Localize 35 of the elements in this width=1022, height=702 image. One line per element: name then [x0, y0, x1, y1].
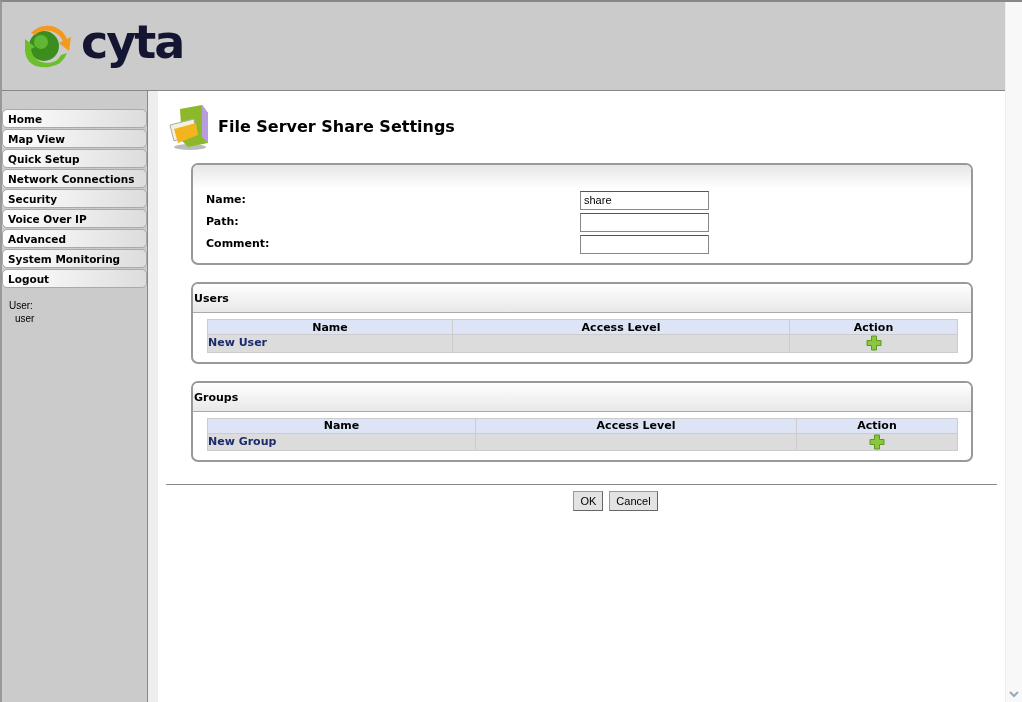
- sidebar-item[interactable]: System Monitoring: [2, 249, 147, 268]
- sidebar-item[interactable]: Network Connections: [2, 169, 147, 188]
- column-header: Access Level: [475, 418, 797, 433]
- new-link[interactable]: New Group: [208, 434, 277, 448]
- logo-text: cyta: [81, 19, 184, 71]
- scrollbar[interactable]: [1005, 2, 1022, 702]
- input-field[interactable]: share: [580, 190, 709, 210]
- field-label: Name:: [206, 191, 247, 208]
- cancel-button[interactable]: Cancel: [609, 491, 658, 511]
- panel-title: Users: [193, 284, 971, 313]
- field-label: Comment:: [206, 235, 271, 252]
- sidebar-item[interactable]: Quick Setup: [2, 149, 147, 168]
- column-header: Name: [207, 319, 453, 335]
- sidebar-item[interactable]: Security: [2, 189, 147, 208]
- field-label: Path:: [206, 213, 240, 230]
- scroll-down-icon[interactable]: [1008, 688, 1020, 700]
- add-icon[interactable]: [869, 433, 885, 450]
- sidebar-item[interactable]: Logout: [2, 269, 147, 288]
- column-header: Action: [789, 319, 958, 335]
- new-link[interactable]: New User: [208, 336, 268, 349]
- sidebar-item[interactable]: Voice Over IP: [2, 209, 147, 228]
- ok-button[interactable]: OK: [573, 491, 604, 511]
- user-name: user: [14, 312, 36, 325]
- column-header: Name: [207, 418, 476, 433]
- input-field[interactable]: [580, 234, 709, 254]
- column-header: Action: [796, 418, 958, 433]
- column-header: Access Level: [452, 319, 790, 335]
- input-field[interactable]: [580, 212, 709, 232]
- sidebar-item[interactable]: Home: [2, 109, 147, 128]
- add-icon[interactable]: [865, 335, 882, 352]
- sidebar-item[interactable]: Map View: [2, 129, 147, 148]
- panel-title: Groups: [193, 382, 971, 412]
- sidebar-item[interactable]: Advanced: [2, 229, 147, 248]
- user-label: User:: [9, 299, 34, 312]
- page-title: File Server Share Settings: [218, 117, 455, 137]
